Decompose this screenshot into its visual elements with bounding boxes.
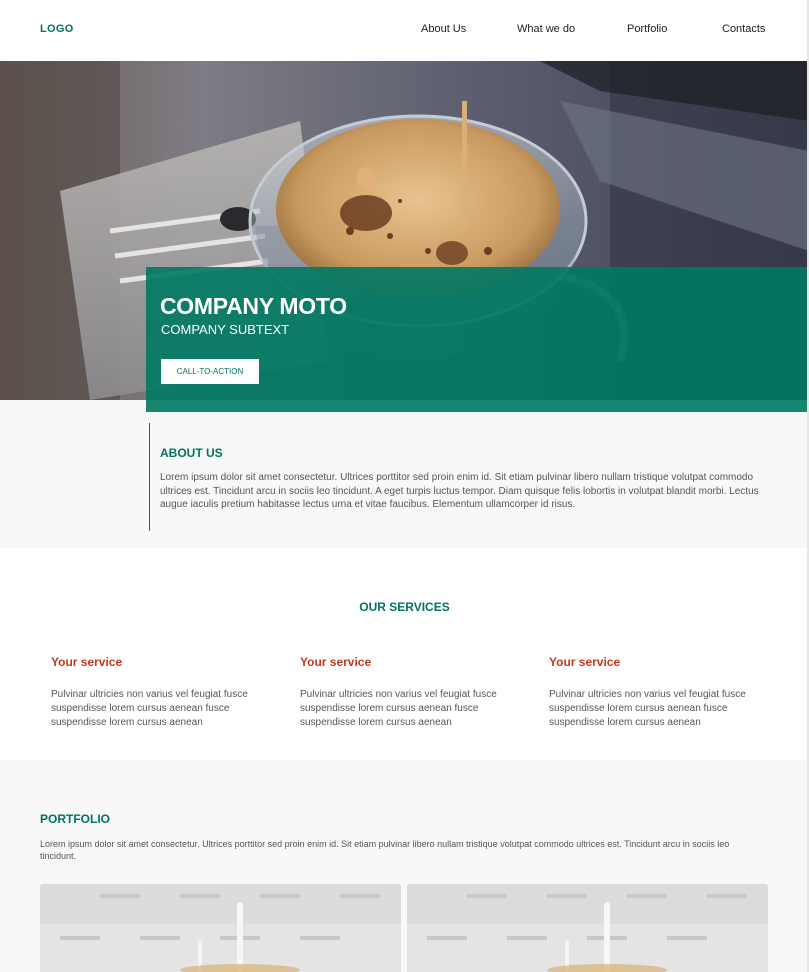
site-header: LOGO About Us What we do Portfolio Conta… [0,0,809,61]
portfolio-text: Lorem ipsum dolor sit amet consectetur. … [40,839,730,861]
service-name: Your service [51,655,123,669]
portfolio-item[interactable] [407,884,768,972]
cake-candles-image [40,884,401,972]
about-text: Lorem ipsum dolor sit amet consectetur. … [160,472,759,510]
portfolio-item[interactable] [40,884,401,972]
service-text: Pulvinar ultricies non varius vel feugia… [300,689,497,728]
service-card: Your service Pulvinar ultricies non vari… [549,655,759,730]
call-to-action-button[interactable]: CALL-TO-ACTION [161,359,259,384]
hero-panel-bottom [146,400,809,412]
nav-what-we-do[interactable]: What we do [517,23,575,35]
hero-overlay-panel: COMPANY MOTO COMPANY SUBTEXT CALL-TO-ACT… [146,267,809,400]
hero-title: COMPANY MOTO [160,293,347,319]
service-name: Your service [300,655,372,669]
service-name: Your service [549,655,621,669]
services-title: OUR SERVICES [359,600,450,614]
service-card: Your service Pulvinar ultricies non vari… [300,655,510,730]
service-text: Pulvinar ultricies non varius vel feugia… [549,689,746,728]
nav-portfolio[interactable]: Portfolio [627,23,667,35]
nav-about-us[interactable]: About Us [421,23,466,35]
service-card: Your service Pulvinar ultricies non vari… [51,655,261,730]
hero-subtitle: COMPANY SUBTEXT [161,322,290,337]
service-text: Pulvinar ultricies non varius vel feugia… [51,689,248,728]
about-card: ABOUT US Lorem ipsum dolor sit amet cons… [149,423,790,531]
cake-candles-image [407,884,768,972]
portfolio-title: PORTFOLIO [40,812,110,826]
about-title: ABOUT US [160,446,223,460]
hero-banner: COMPANY MOTO COMPANY SUBTEXT CALL-TO-ACT… [0,61,809,400]
nav-contacts[interactable]: Contacts [722,23,765,35]
logo[interactable]: LOGO [40,23,74,35]
